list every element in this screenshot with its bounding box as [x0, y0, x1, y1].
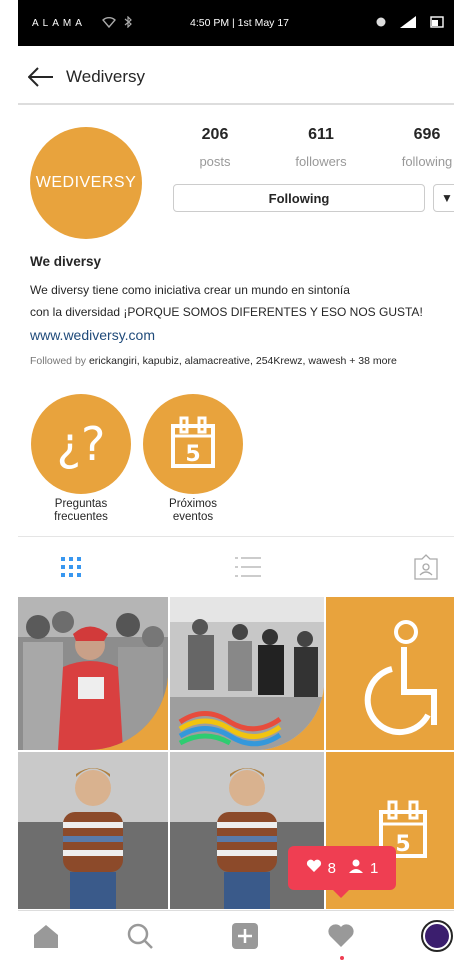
grid-post-4[interactable]	[18, 752, 168, 909]
person-icon	[348, 859, 364, 877]
website-link[interactable]: www.wediversy.com	[30, 327, 450, 343]
tabs-divider	[18, 536, 454, 537]
follows-count: 1	[370, 859, 379, 877]
battery-icon	[430, 15, 444, 31]
arrow-left-icon[interactable]	[26, 62, 56, 92]
carrier-name: ALAMA	[32, 17, 86, 29]
followed-names: erickangiri, kapubiz, alamacreative, 254…	[88, 355, 397, 367]
calendar-number: 5	[395, 832, 410, 857]
svg-text:¿?: ¿?	[57, 417, 106, 471]
alarm-icon	[376, 17, 386, 30]
avatar-logo-text: WEDIVERSY	[35, 174, 137, 191]
followers-label: followers	[295, 154, 347, 169]
header-divider	[18, 103, 454, 105]
followed-by-text[interactable]: Followed by erickangiri, kapubiz, alamac…	[30, 355, 450, 367]
followers-count: 611	[308, 126, 334, 143]
bio-section: We diversy We diversy tiene como iniciat…	[30, 254, 450, 367]
list-icon[interactable]	[233, 552, 263, 582]
grid-post-1[interactable]	[18, 597, 168, 750]
question-icon: ¿?	[31, 394, 131, 494]
home-icon[interactable]	[29, 919, 63, 953]
highlight-label-1: Preguntas	[54, 498, 108, 510]
tagged-person-icon[interactable]	[411, 552, 441, 582]
avatar[interactable]: WEDIVERSY	[30, 127, 142, 239]
wheelchair-icon[interactable]	[326, 597, 454, 750]
bio-line-1: We diversy tiene como iniciativa crear u…	[30, 283, 350, 297]
highlight-label-2: eventos	[172, 511, 214, 523]
bio-line-2: con la diversidad ¡PORQUE SOMOS DIFERENT…	[30, 305, 423, 319]
calendar-number: 5	[185, 442, 200, 467]
following-stat[interactable]: 696 following	[372, 126, 454, 169]
posts-count: 206	[201, 126, 229, 143]
followers-stat[interactable]: 611 followers	[266, 126, 376, 169]
page-title: Wediversy	[66, 67, 146, 86]
activity-notification-bubble[interactable]: 8 1	[288, 846, 396, 898]
bottom-navigation	[18, 910, 454, 961]
heart-icon	[306, 859, 322, 877]
likes-count: 8	[327, 859, 336, 877]
highlight-preguntas[interactable]: ¿? Preguntas frecuentes	[31, 394, 131, 524]
search-icon[interactable]	[123, 919, 157, 953]
highlight-label-2: frecuentes	[54, 511, 108, 523]
posts-label: posts	[199, 154, 231, 169]
profile-header: Wediversy	[18, 54, 454, 100]
signal-icon	[400, 15, 416, 31]
bluetooth-icon	[124, 15, 132, 31]
grid-post-2[interactable]	[170, 597, 324, 750]
grid-icon[interactable]	[56, 552, 86, 582]
posts-stat[interactable]: 206 posts	[160, 126, 270, 169]
chevron-down-icon[interactable]: ▼	[433, 184, 454, 212]
add-post-icon[interactable]	[228, 919, 262, 953]
profile-name: We diversy	[30, 254, 102, 269]
status-bar: ALAMA 4:50 PM | 1st May 17	[18, 0, 454, 46]
activity-indicator-dot	[340, 956, 344, 960]
highlight-proximos[interactable]: 5 Próximos eventos	[143, 394, 243, 524]
followed-prefix: Followed by	[30, 355, 89, 367]
calendar-5-icon: 5	[143, 394, 243, 494]
following-count: 696	[413, 126, 441, 143]
profile-icon[interactable]	[420, 919, 454, 953]
following-button[interactable]: Following	[173, 184, 425, 212]
status-time: 4:50 PM | 1st May 17	[190, 17, 290, 29]
wifi-icon	[101, 16, 116, 31]
highlight-label-1: Próximos	[169, 498, 217, 510]
activity-heart-icon[interactable]	[324, 919, 358, 953]
following-label: following	[401, 154, 453, 169]
